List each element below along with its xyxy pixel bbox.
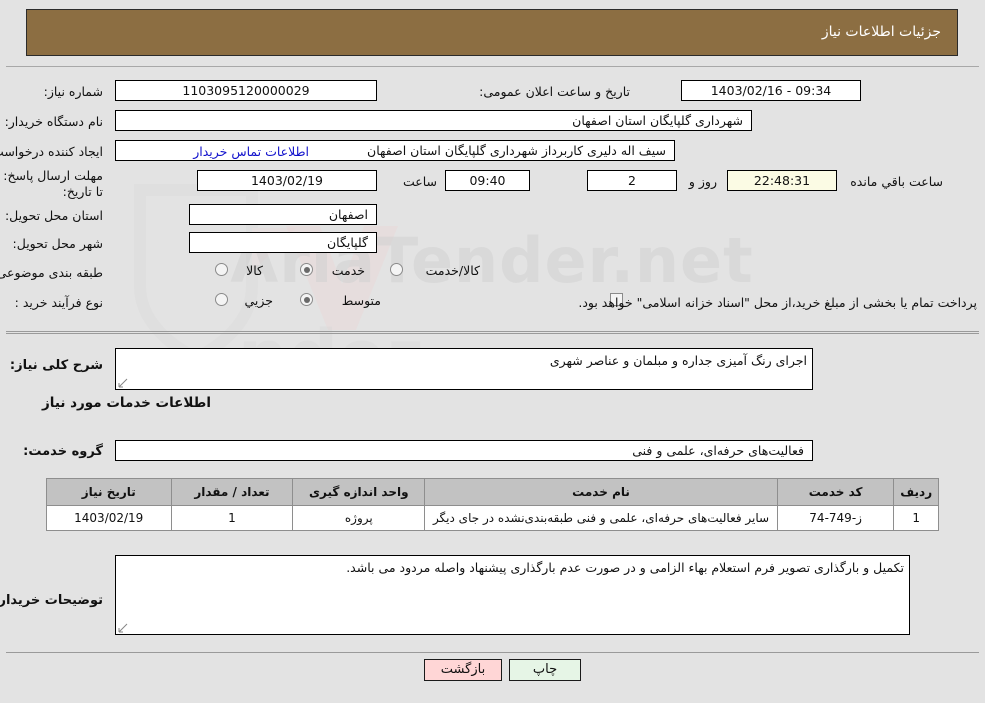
table-header-row: ردیف کد خدمت نام خدمت واحد اندازه گیری ت… bbox=[46, 478, 939, 506]
page-header: جزئیات اطلاعات نیاز bbox=[26, 9, 958, 56]
col-radif: ردیف bbox=[893, 478, 939, 506]
cell-qty: 1 bbox=[170, 505, 294, 531]
back-button[interactable]: بازگشت bbox=[424, 659, 502, 681]
col-date: تاریخ نیاز bbox=[46, 478, 172, 506]
cell-unit: پروژه bbox=[292, 505, 426, 531]
col-name: نام خدمت bbox=[424, 478, 778, 506]
col-code: کد خدمت bbox=[776, 478, 895, 506]
print-button[interactable]: چاپ bbox=[509, 659, 581, 681]
cell-date: 1403/02/19 bbox=[46, 505, 172, 531]
table-row: 1 ز-749-74 سایر فعالیت‌های حرفه‌ای، علمی… bbox=[46, 505, 939, 531]
cell-name: سایر فعالیت‌های حرفه‌ای، علمی و فنی طبقه… bbox=[424, 505, 778, 531]
cell-code: ز-749-74 bbox=[776, 505, 895, 531]
col-unit: واحد اندازه گیری bbox=[292, 478, 426, 506]
col-qty: تعداد / مقدار bbox=[170, 478, 294, 506]
page-title: جزئیات اطلاعات نیاز bbox=[821, 24, 941, 40]
services-table: ردیف کد خدمت نام خدمت واحد اندازه گیری ت… bbox=[46, 478, 939, 531]
cell-radif: 1 bbox=[893, 505, 939, 531]
need-info-panel bbox=[6, 66, 979, 332]
